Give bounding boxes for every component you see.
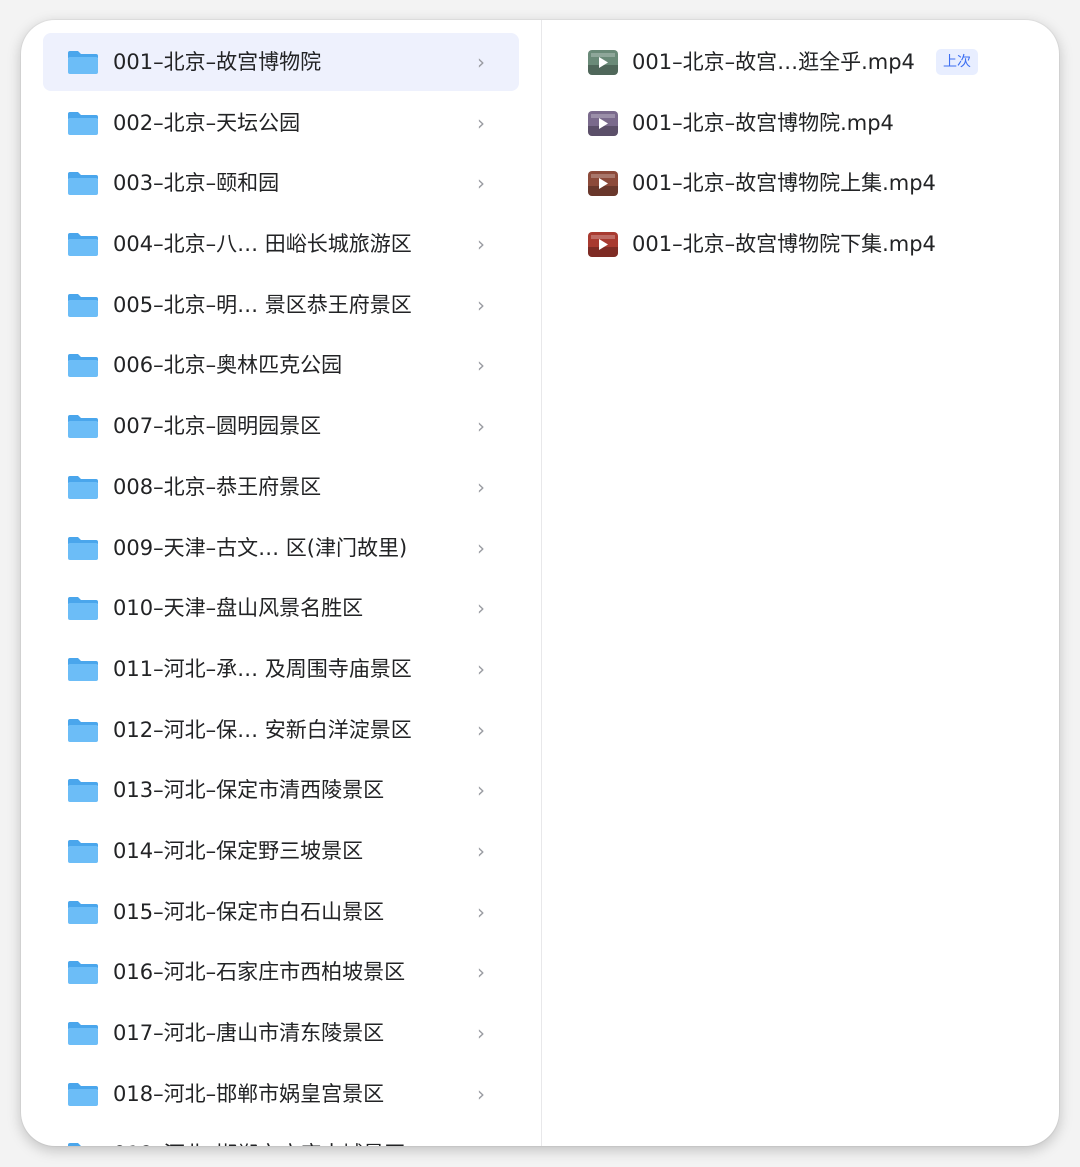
folder-label: 002–北京–天坛公园 bbox=[113, 110, 301, 135]
folder-icon bbox=[68, 475, 98, 499]
folder-label: 001–北京–故宫博物院 bbox=[113, 50, 322, 74]
folder-item[interactable]: 014–河北–保定野三坡景区 › bbox=[43, 822, 519, 883]
folder-label: 015–河北–保定市白石山景区 bbox=[113, 899, 385, 924]
folder-label: 003–北京–颐和园 bbox=[113, 171, 280, 196]
folder-label: 008–北京–恭王府景区 bbox=[113, 474, 322, 499]
folder-icon bbox=[68, 1082, 98, 1106]
folder-label: 005–北京–明… 景区恭王府景区 bbox=[113, 292, 412, 317]
chevron-right-icon: › bbox=[477, 899, 485, 924]
folder-item[interactable]: 019–河北–邯郸市广府古城景区 › bbox=[43, 1125, 519, 1146]
folder-icon bbox=[68, 233, 98, 257]
chevron-right-icon: › bbox=[477, 414, 485, 439]
chevron-right-icon: › bbox=[477, 838, 485, 863]
chevron-right-icon: › bbox=[477, 171, 485, 196]
folder-item[interactable]: 018–河北–邯郸市娲皇宫景区 › bbox=[43, 1065, 519, 1126]
folder-icon bbox=[68, 51, 98, 74]
folder-item[interactable]: 016–河北–石家庄市西柏坡景区 › bbox=[43, 943, 519, 1004]
folder-item[interactable]: 012–河北–保… 安新白洋淀景区 › bbox=[43, 701, 519, 762]
folder-label: 011–河北–承… 及周围寺庙景区 bbox=[113, 656, 412, 681]
folder-label: 004–北京–八… 田峪长城旅游区 bbox=[113, 232, 412, 257]
file-item[interactable]: 001–北京–故宫博物院.mp4 bbox=[542, 94, 1059, 155]
file-label: 001–北京–故宫博物院.mp4 bbox=[632, 110, 894, 135]
file-list: 001–北京–故宫…逛全乎.mp4 上次 001–北京–故宫博物院.mp4 001–北… bbox=[542, 33, 1059, 276]
folder-label: 006–北京–奥林匹克公园 bbox=[113, 353, 343, 378]
chevron-right-icon: › bbox=[477, 50, 485, 74]
chevron-right-icon: › bbox=[477, 960, 485, 985]
folder-icon bbox=[68, 718, 98, 742]
folder-item[interactable]: 008–北京–恭王府景区 › bbox=[43, 458, 519, 519]
folder-icon bbox=[68, 293, 98, 317]
chevron-right-icon: › bbox=[477, 232, 485, 257]
folder-item[interactable]: 002–北京–天坛公园 › bbox=[43, 94, 519, 155]
folder-item[interactable]: 007–北京–圆明园景区 › bbox=[43, 397, 519, 458]
file-item[interactable]: 001–北京–故宫…逛全乎.mp4 上次 bbox=[542, 33, 1059, 94]
folder-label: 009–天津–古文… 区(津门故里) bbox=[113, 535, 408, 560]
chevron-right-icon: › bbox=[477, 110, 485, 135]
last-played-badge: 上次 bbox=[936, 49, 978, 75]
folder-list: 001–北京–故宫博物院 › 002–北京–天坛公园 › 003–北京–颐和园 › 004–… bbox=[21, 33, 541, 1146]
chevron-right-icon: › bbox=[477, 596, 485, 621]
folder-icon bbox=[68, 961, 98, 985]
folder-label: 012–河北–保… 安新白洋淀景区 bbox=[113, 717, 412, 742]
folder-item[interactable]: 017–河北–唐山市清东陵景区 › bbox=[43, 1004, 519, 1065]
chevron-right-icon: › bbox=[477, 778, 485, 803]
folder-icon bbox=[68, 779, 98, 803]
folder-label: 017–河北–唐山市清东陵景区 bbox=[113, 1021, 385, 1045]
file-item[interactable]: 001–北京–故宫博物院上集.mp4 bbox=[542, 154, 1059, 215]
folder-icon bbox=[68, 536, 98, 560]
folder-icon bbox=[68, 172, 98, 196]
chevron-right-icon: › bbox=[477, 353, 485, 378]
folder-icon bbox=[68, 1143, 81, 1146]
chevron-right-icon: › bbox=[477, 1021, 485, 1045]
video-thumbnail-icon bbox=[588, 50, 618, 75]
chevron-right-icon: › bbox=[477, 656, 485, 681]
folder-item[interactable]: 004–北京–八… 田峪长城旅游区 › bbox=[43, 215, 519, 276]
file-browser-window: 001–北京–故宫博物院 › 002–北京–天坛公园 › 003–北京–颐和园 › 004–… bbox=[21, 20, 1059, 1146]
file-label: 001–北京–故宫博物院下集.mp4 bbox=[632, 232, 936, 257]
folder-item[interactable]: 001–北京–故宫博物院 › bbox=[43, 33, 519, 91]
folder-icon bbox=[68, 415, 98, 439]
folder-icon bbox=[68, 657, 98, 681]
video-thumbnail-icon bbox=[588, 110, 618, 136]
folder-item[interactable]: 005–北京–明… 景区恭王府景区 › bbox=[43, 276, 519, 337]
chevron-right-icon: › bbox=[477, 1081, 485, 1106]
folder-label: 016–河北–石家庄市西柏坡景区 bbox=[113, 960, 406, 985]
chevron-right-icon: › bbox=[477, 474, 485, 499]
chevron-right-icon: › bbox=[477, 292, 485, 317]
file-label: 001–北京–故宫…逛全乎.mp4 bbox=[632, 50, 915, 74]
folder-icon bbox=[68, 111, 98, 135]
folder-label: 010–天津–盘山风景名胜区 bbox=[113, 596, 364, 621]
folder-icon bbox=[68, 900, 98, 924]
file-pane[interactable]: 001–北京–故宫…逛全乎.mp4 上次 001–北京–故宫博物院.mp4 001–北… bbox=[542, 20, 1059, 1146]
folder-item[interactable]: 009–天津–古文… 区(津门故里) › bbox=[43, 519, 519, 580]
folder-label: 013–河北–保定市清西陵景区 bbox=[113, 778, 385, 803]
folder-label: 014–河北–保定野三坡景区 bbox=[113, 838, 364, 863]
video-thumbnail-icon bbox=[588, 232, 618, 258]
folder-pane[interactable]: 001–北京–故宫博物院 › 002–北京–天坛公园 › 003–北京–颐和园 › 004–… bbox=[21, 20, 541, 1146]
video-thumbnail-icon bbox=[588, 171, 618, 197]
folder-icon bbox=[68, 354, 98, 378]
folder-item[interactable]: 013–河北–保定市清西陵景区 › bbox=[43, 761, 519, 822]
folder-label: 007–北京–圆明园景区 bbox=[113, 414, 322, 439]
chevron-right-icon: › bbox=[477, 1125, 485, 1146]
folder-item[interactable]: 006–北京–奥林匹克公园 › bbox=[43, 336, 519, 397]
folder-icon bbox=[68, 597, 98, 621]
file-label: 001–北京–故宫博物院上集.mp4 bbox=[632, 171, 936, 196]
folder-item[interactable]: 011–河北–承… 及周围寺庙景区 › bbox=[43, 640, 519, 701]
file-item[interactable]: 001–北京–故宫博物院下集.mp4 bbox=[542, 215, 1059, 276]
folder-icon bbox=[68, 1022, 98, 1045]
chevron-right-icon: › bbox=[477, 717, 485, 742]
chevron-right-icon: › bbox=[477, 535, 485, 560]
folder-item[interactable]: 010–天津–盘山风景名胜区 › bbox=[43, 579, 519, 640]
folder-item[interactable]: 003–北京–颐和园 › bbox=[43, 154, 519, 215]
folder-icon bbox=[68, 839, 98, 863]
folder-label: 019–河北–邯郸市广府古城景区 bbox=[113, 1125, 405, 1146]
folder-item[interactable]: 015–河北–保定市白石山景区 › bbox=[43, 883, 519, 944]
folder-label: 018–河北–邯郸市娲皇宫景区 bbox=[113, 1081, 385, 1106]
